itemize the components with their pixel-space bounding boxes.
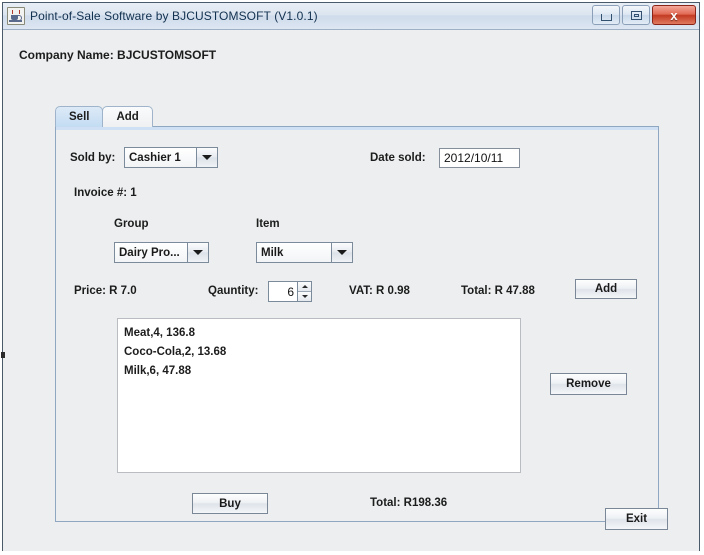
window-title: Point-of-Sale Software by BJCUSTOMSOFT (… [30,9,318,23]
date-sold-label: Date sold: [370,152,426,164]
cart-list[interactable]: Meat,4, 136.8 Coco-Cola,2, 13.68 Milk,6,… [117,318,521,473]
close-icon: x [670,7,678,23]
chevron-down-icon[interactable] [196,148,217,167]
group-label: Group [114,218,149,230]
window-edge-artifact [1,352,5,358]
chevron-down-icon[interactable] [331,243,352,262]
close-button[interactable]: x [652,5,696,25]
title-bar: Point-of-Sale Software by BJCUSTOMSOFT (… [3,3,699,30]
add-button-label: Add [594,283,618,295]
quantity-stepper-buttons [297,282,311,301]
list-item[interactable]: Meat,4, 136.8 [124,324,520,343]
chevron-down-icon[interactable] [187,243,208,262]
item-combo-value: Milk [257,243,331,262]
tab-sell[interactable]: Sell [55,106,104,127]
list-item[interactable]: Coco-Cola,2, 13.68 [124,343,520,362]
minimize-button[interactable] [592,5,620,25]
quantity-stepper[interactable]: 6 [268,281,312,302]
invoice-number-label: Invoice #: 1 [74,187,137,199]
application-window: Point-of-Sale Software by BJCUSTOMSOFT (… [1,2,700,551]
triangle-up-icon [301,285,308,288]
sold-by-combo[interactable]: Cashier 1 [124,147,218,168]
exit-button-label: Exit [625,513,648,525]
vat-label: VAT: R 0.98 [349,285,410,297]
window-controls: x [592,5,696,25]
tab-add[interactable]: Add [102,106,153,127]
price-label: Price: R 7.0 [74,285,137,297]
tab-add-label: Add [116,111,139,123]
line-total-label: Total: R 47.88 [461,285,535,297]
add-button[interactable]: Add [575,279,637,299]
buy-button[interactable]: Buy [192,493,268,514]
company-name-label: Company Name: BJCUSTOMSOFT [19,48,217,62]
quantity-label: Qauntity: [208,285,259,297]
date-sold-input[interactable]: 2012/10/11 [439,148,520,168]
remove-button[interactable]: Remove [550,373,627,395]
maximize-button[interactable] [622,5,650,25]
client-area: Company Name: BJCUSTOMSOFT Sell Add Sold… [1,30,699,551]
remove-button-label: Remove [566,378,611,390]
buy-button-label: Buy [219,497,241,510]
exit-button[interactable]: Exit [605,508,668,530]
quantity-increment-button[interactable] [298,282,311,292]
tab-sell-label: Sell [69,111,90,123]
maximize-icon [630,10,642,20]
grand-total-label: Total: R198.36 [370,497,448,509]
triangle-down-icon [301,295,308,298]
group-combo-value: Dairy Pro... [115,243,187,262]
sold-by-combo-value: Cashier 1 [125,148,196,167]
sold-by-label: Sold by: [70,152,116,164]
group-combo[interactable]: Dairy Pro... [114,242,209,263]
quantity-decrement-button[interactable] [298,292,311,301]
java-coffee-cup-icon [7,7,25,25]
list-item[interactable]: Milk,6, 47.88 [124,362,520,381]
tab-strip: Sell Add [55,105,153,127]
item-combo[interactable]: Milk [256,242,353,263]
item-label: Item [256,218,280,230]
quantity-value[interactable]: 6 [269,282,297,301]
minimize-icon [600,13,612,21]
